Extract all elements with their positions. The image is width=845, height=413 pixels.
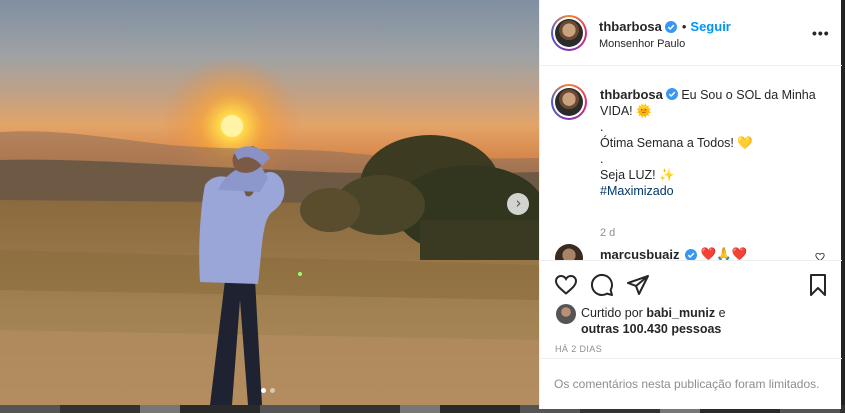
caption-line-5: Seja LUZ! ✨ [600, 168, 675, 182]
comments-section: thbarbosa Eu Sou o SOL da Minha VIDA! 🌞 … [540, 67, 842, 260]
share-send-icon[interactable] [626, 273, 650, 297]
post-time-ago[interactable]: HÁ 2 DIAS [555, 344, 602, 354]
sun [221, 115, 243, 137]
carousel-next-button[interactable]: › [507, 193, 529, 215]
comments-limited-notice: Os comentários nesta publicação foram li… [540, 358, 842, 409]
caption-line-2: . [600, 120, 604, 134]
like-heart-icon[interactable] [554, 273, 578, 297]
verified-badge-icon [665, 88, 678, 100]
liked-by-avatar-wrap [556, 304, 576, 324]
commenter-username[interactable]: marcusbuaiz [600, 247, 679, 260]
caption-author-avatar[interactable] [551, 84, 587, 120]
carousel-indicator [261, 388, 275, 393]
commenter-avatar[interactable] [555, 244, 583, 260]
author-username[interactable]: thbarbosa [599, 19, 662, 34]
header-separator: • [681, 19, 687, 34]
caption-line-4: . [600, 152, 604, 166]
post-photo[interactable]: › [0, 0, 539, 405]
carousel-dot-active [261, 388, 266, 393]
post-header: thbarbosa • Seguir Monsenhor Paulo ••• [540, 0, 842, 66]
liked-by-avatar[interactable] [556, 304, 576, 324]
likes-others-link[interactable]: outras 100.430 pessoas [581, 322, 721, 336]
post-actions: Curtido por babi_muniz e outras 100.430 … [540, 260, 842, 340]
caption-hashtag-link[interactable]: #Maximizado [600, 183, 825, 199]
author-avatar[interactable] [551, 15, 587, 51]
likes-user-link[interactable]: babi_muniz [646, 306, 715, 320]
more-options-icon[interactable]: ••• [812, 25, 830, 41]
verified-badge-icon [685, 248, 698, 260]
comment-like-icon[interactable] [815, 252, 825, 260]
follow-button[interactable]: Seguir [690, 19, 730, 34]
comment-text: ❤️🙏❤️ [700, 247, 748, 260]
carousel-dot [270, 388, 275, 393]
save-bookmark-icon[interactable] [806, 273, 830, 297]
caption-line-3: Ótima Semana a Todos! 💛 [600, 136, 753, 150]
comment-bubble-icon[interactable] [590, 273, 614, 297]
likes-conj: e [718, 306, 726, 320]
likes-summary: Curtido por babi_muniz e outras 100.430 … [581, 305, 831, 337]
sunset-scene [0, 56, 539, 405]
chevron-right-icon: › [515, 194, 522, 212]
likes-prefix: Curtido por [581, 306, 643, 320]
verified-badge-icon [664, 20, 677, 33]
caption-username[interactable]: thbarbosa [600, 87, 663, 102]
post-side-panel: thbarbosa • Seguir Monsenhor Paulo ••• t… [539, 0, 842, 409]
caption-timestamp[interactable]: 2 d [600, 227, 615, 239]
post-location[interactable]: Monsenhor Paulo [599, 38, 685, 50]
